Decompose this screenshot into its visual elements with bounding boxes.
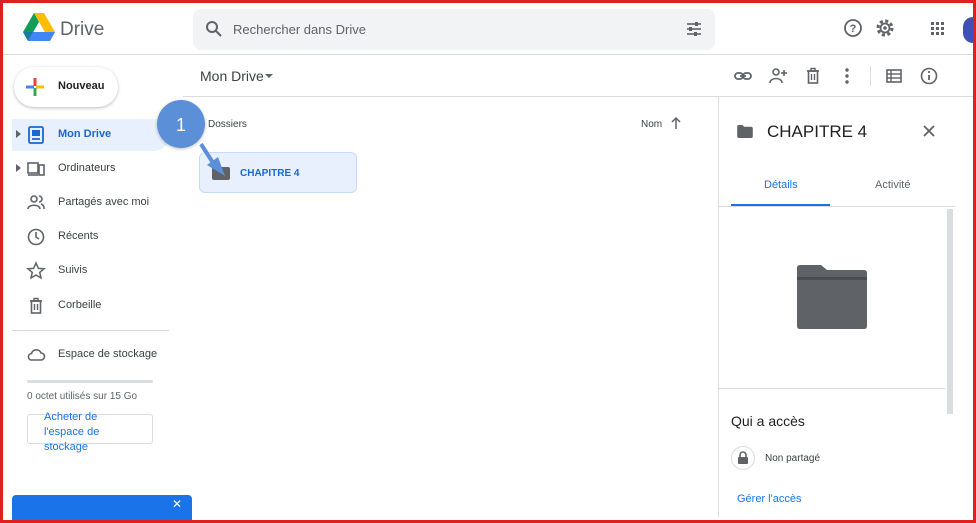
sharing-status: Non partagé [765,453,821,464]
tab-details[interactable]: Détails [764,179,798,191]
app-title: Drive [60,19,105,40]
buy-storage-label: Acheter de l'espace de stockage [44,411,100,453]
plus-icon [26,78,44,96]
sidebar-item-label: Espace de stockage [58,348,158,360]
folders-section-title: Dossiers [208,119,247,130]
breadcrumb-dropdown-icon[interactable] [265,74,273,78]
search-options-icon[interactable] [685,20,703,38]
more-options-icon[interactable] [837,66,857,86]
list-view-icon[interactable] [884,66,904,86]
settings-gear-icon[interactable] [875,18,895,38]
sidebar-item-recent[interactable]: Récents [12,221,170,253]
help-icon[interactable]: ? [843,18,863,38]
apps-grid-icon[interactable] [927,18,947,38]
folder-name: CHAPITRE 4 [240,168,300,179]
link-icon[interactable] [733,66,753,86]
sidebar-divider [12,330,169,331]
search-input[interactable]: Rechercher dans Drive [233,22,366,37]
folder-preview-icon [797,265,867,329]
new-button-label: Nouveau [58,80,105,92]
my-drive-icon [28,126,44,144]
sidebar-item-label: Partagés avec moi [58,196,150,208]
details-panel: CHAPITRE 4 Détails Activité Qui a accès … [718,97,955,517]
buy-storage-button[interactable]: Acheter de l'espace de stockage [27,411,153,453]
drive-logo-icon[interactable] [23,13,55,43]
lock-badge [731,446,755,470]
tab-activity[interactable]: Activité [875,179,910,191]
search-bar[interactable]: Rechercher dans Drive [193,9,715,50]
expand-caret-icon[interactable] [16,130,21,138]
storage-usage-text: 0 octet utilisés sur 15 Go [27,391,138,402]
svg-text:?: ? [850,23,857,35]
account-avatar[interactable] [963,17,976,43]
add-person-icon[interactable] [768,66,788,86]
access-section-title: Qui a accès [731,413,805,429]
lock-icon [738,451,748,464]
close-icon[interactable] [921,123,937,139]
sort-ascending-icon[interactable] [670,116,682,130]
cloud-icon [27,349,46,361]
toolbar-separator [870,66,871,86]
computers-icon [27,162,45,176]
sidebar-item-shared[interactable]: Partagés avec moi [12,187,170,219]
sidebar-item-storage[interactable]: Espace de stockage [12,339,170,371]
breadcrumb[interactable]: Mon Drive [200,68,264,84]
info-icon[interactable] [919,66,939,86]
sidebar-item-my-drive[interactable]: Mon Drive [12,119,170,151]
top-bar: Drive Rechercher dans Drive ? [3,3,976,55]
shared-icon [27,195,45,210]
new-button[interactable]: Nouveau [14,67,118,107]
callout-arrow-icon [199,142,225,176]
promo-banner[interactable]: ✕ [12,495,192,520]
sidebar-item-label: Récents [58,230,99,242]
sidebar-item-label: Suivis [58,264,88,276]
expand-caret-icon[interactable] [16,164,21,172]
clock-icon [27,228,45,246]
sidebar-item-label: Mon Drive [58,128,112,140]
details-title: CHAPITRE 4 [767,122,868,141]
sidebar-item-starred[interactable]: Suivis [12,255,170,287]
storage-usage-bar [27,380,153,383]
folder-icon [737,125,753,138]
delete-icon[interactable] [803,66,823,86]
sidebar-item-trash[interactable]: Corbeille [12,290,170,322]
trash-icon [30,297,42,314]
sort-by-name-button[interactable]: Nom [641,119,662,130]
panel-divider [719,388,945,389]
callout-number: 1 [175,115,186,135]
sidebar-item-label: Corbeille [58,299,102,311]
star-icon [26,261,46,280]
manage-access-link[interactable]: Gérer l'accès [737,493,801,505]
panel-scrollbar[interactable] [947,209,953,414]
sidebar-item-label: Ordinateurs [58,162,116,174]
close-icon[interactable]: ✕ [172,497,182,511]
sidebar-item-computers[interactable]: Ordinateurs [12,153,170,185]
search-icon[interactable] [205,20,223,38]
tab-divider [719,206,955,207]
